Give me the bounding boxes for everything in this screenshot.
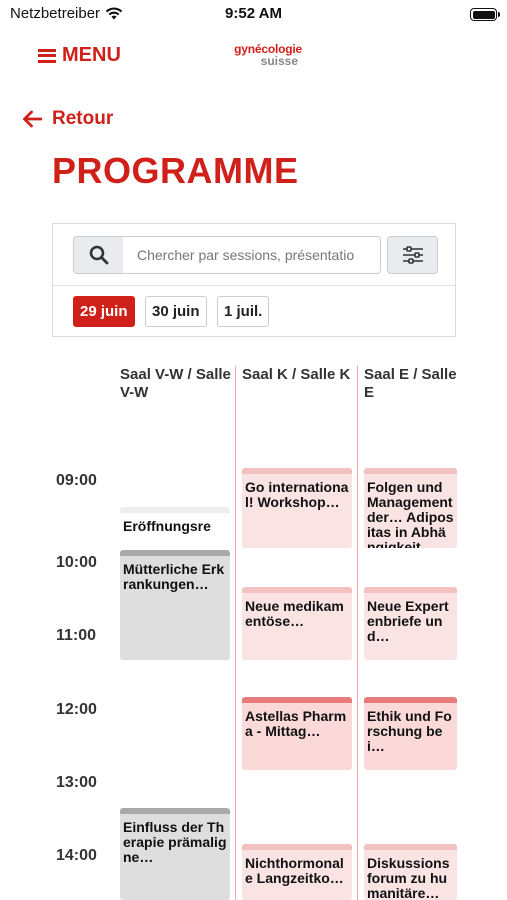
session-card[interactable]: Folgen und Management der… Adipositas in… [364, 468, 457, 548]
session-card[interactable]: Astellas Pharma - Mittag… [242, 697, 352, 770]
session-title: Nichthormonale Langzeitko… [245, 855, 344, 886]
time-label: 12:00 [56, 701, 97, 718]
filter-button[interactable] [387, 236, 438, 274]
session-title: Eröffnungsre [123, 518, 211, 534]
room-header-1: Saal V-W / Salle V-W [120, 366, 231, 401]
time-label: 14:00 [56, 847, 97, 864]
search-icon [89, 245, 108, 265]
session-title: Folgen und Management der… Adipositas in… [367, 479, 454, 549]
time-label: 10:00 [56, 554, 97, 571]
sliders-icon [402, 246, 423, 264]
session-title: Diskussionsforum zu humanitäre… [367, 855, 450, 900]
status-bar: Netzbetreiber 9:52 AM [0, 0, 507, 28]
column-divider [357, 366, 358, 900]
menu-label: MENU [62, 44, 121, 66]
session-title: Einfluss der Therapie prämaligne… [123, 819, 227, 865]
menu-button[interactable]: MENU [38, 44, 121, 67]
session-card[interactable]: Go international! Workshop… [242, 468, 352, 548]
time-label: 11:00 [56, 627, 97, 644]
search-input[interactable] [123, 236, 381, 274]
room-header-2: Saal K / Salle K [242, 366, 351, 383]
column-divider [235, 366, 236, 900]
session-card[interactable]: Einfluss der Therapie prämaligne… [120, 808, 230, 900]
session-title: Neue medikamentöse… [245, 598, 344, 629]
session-card[interactable]: Mütterliche Erkrankungen… [120, 550, 230, 660]
session-title: Go international! Workshop… [245, 479, 349, 510]
time-label: 13:00 [56, 774, 97, 791]
back-link[interactable]: Retour [22, 108, 113, 130]
session-card[interactable]: Ethik und Forschung bei… [364, 697, 457, 770]
tab-day-3[interactable]: 1 juil. [217, 296, 270, 327]
clock: 9:52 AM [225, 5, 282, 22]
session-title: Astellas Pharma - Mittag… [245, 708, 347, 739]
page-title: PROGRAMME [52, 150, 299, 191]
card-divider [53, 285, 455, 286]
session-card[interactable]: Neue medikamentöse… [242, 587, 352, 660]
back-label: Retour [52, 108, 114, 129]
arrow-left-icon [23, 110, 42, 128]
session-card[interactable]: Neue Expertenbriefe und… [364, 587, 457, 660]
time-label: 09:00 [56, 472, 97, 489]
session-title: Ethik und Forschung bei… [367, 708, 452, 754]
session-card[interactable]: Nichthormonale Langzeitko… [242, 844, 352, 900]
search-button[interactable] [73, 236, 124, 274]
session-title: Mütterliche Erkrankungen… [123, 561, 225, 592]
hamburger-icon [38, 48, 56, 63]
brand-logo: gynécologie suisse [218, 43, 302, 67]
tab-day-2[interactable]: 30 juin [145, 296, 207, 327]
session-title: Neue Expertenbriefe und… [367, 598, 449, 644]
session-card[interactable]: Eröffnungsre [120, 507, 230, 535]
search-card: 29 juin 30 juin 1 juil. [52, 223, 456, 337]
tab-day-1[interactable]: 29 juin [73, 296, 135, 327]
room-header-3: Saal E / Salle E [364, 366, 457, 401]
logo-line2: suisse [260, 54, 298, 68]
schedule-grid[interactable]: Saal V-W / Salle V-W Saal K / Salle K Sa… [0, 360, 507, 900]
battery-icon [470, 8, 500, 21]
session-card[interactable]: Diskussionsforum zu humanitäre… [364, 844, 457, 900]
